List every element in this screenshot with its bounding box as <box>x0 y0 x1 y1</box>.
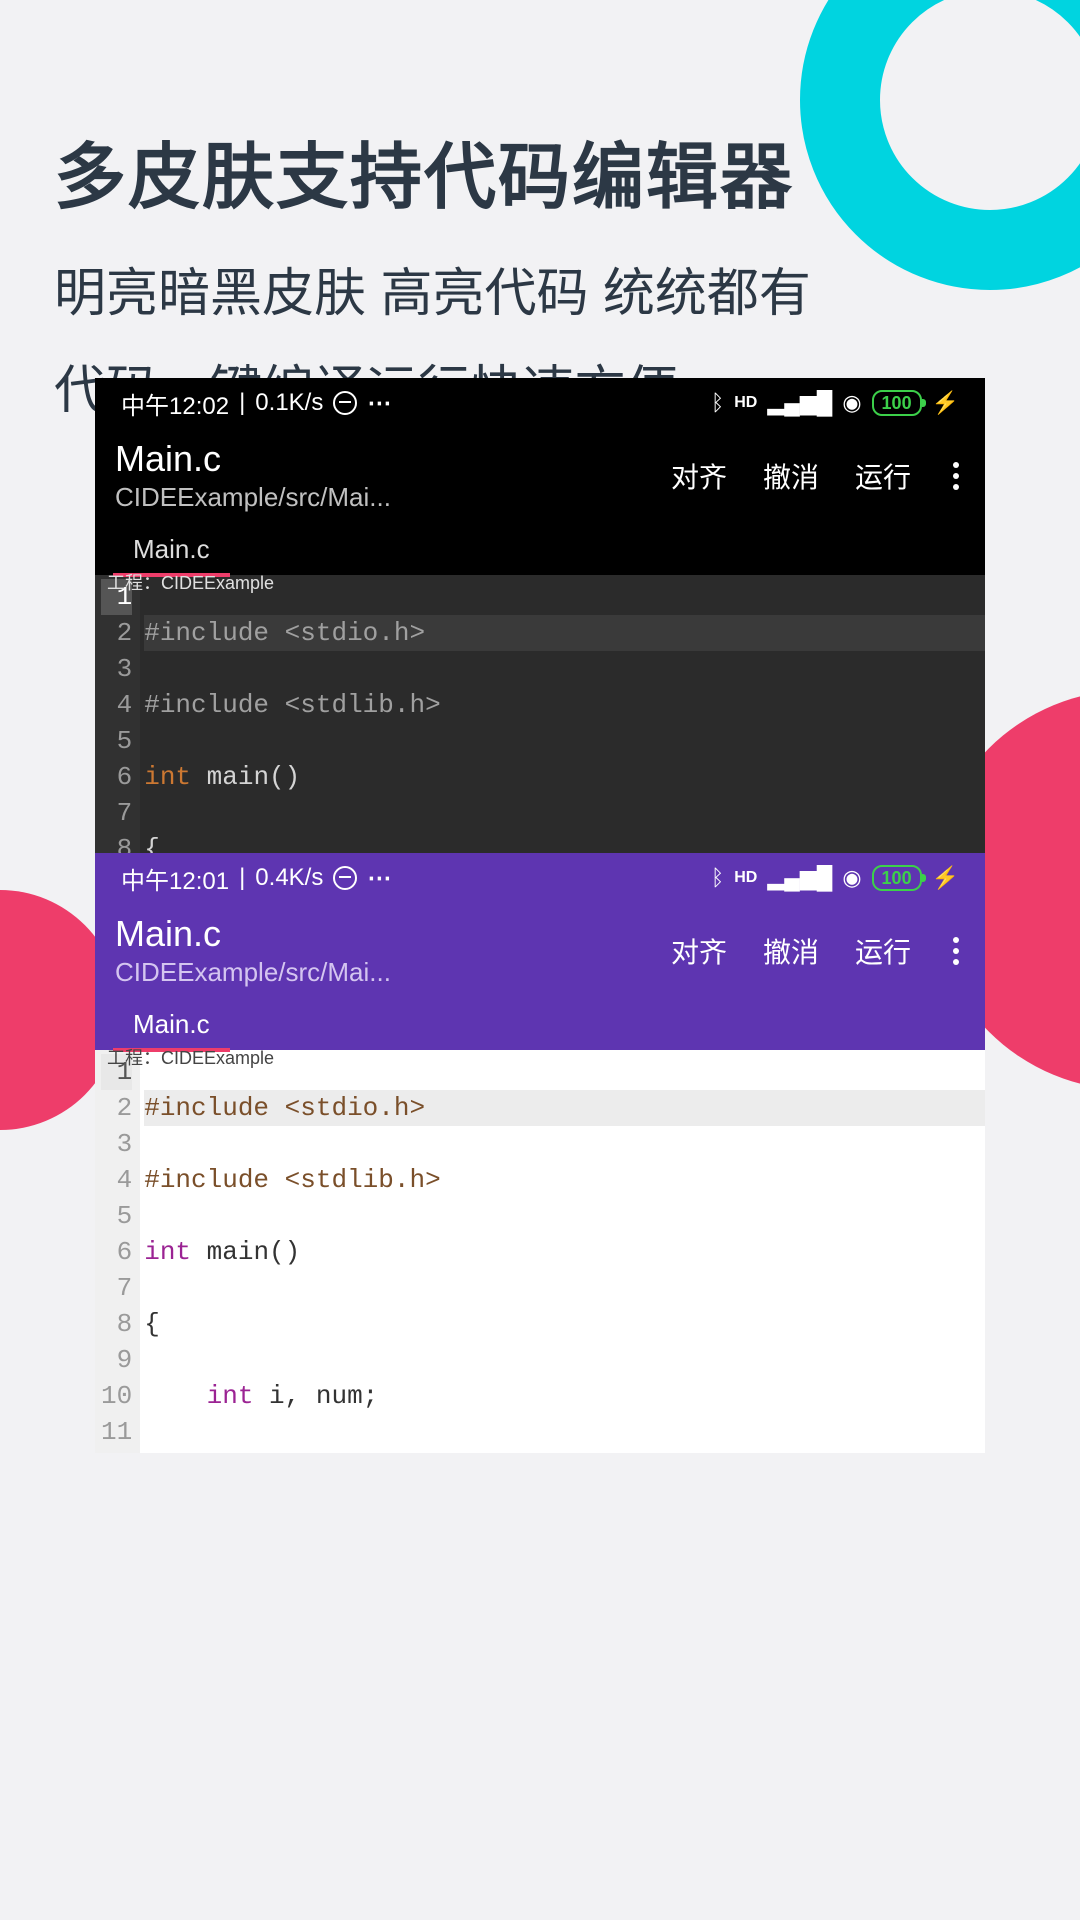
signal-icon: ▂▄▆█ <box>767 865 832 891</box>
status-time: 中午12:01 <box>121 861 229 896</box>
wifi-icon: ◉ <box>842 865 861 891</box>
hd-icon: HD <box>734 394 757 412</box>
tab-main-c[interactable]: Main.c <box>113 1001 230 1050</box>
file-path: CIDEExample/src/Mai... <box>115 957 391 988</box>
project-label: 工程：CIDEExample <box>107 1044 274 1070</box>
status-speed: 0.1K/s <box>255 389 323 417</box>
align-button[interactable]: 对齐 <box>671 931 727 971</box>
more-icon: ⋯ <box>367 864 394 893</box>
undo-button[interactable]: 撤消 <box>763 456 819 496</box>
headline-sub1: 明亮暗黑皮肤 高亮代码 统统都有 <box>54 251 811 326</box>
headline-title: 多皮肤支持代码编辑器 <box>54 118 811 223</box>
tab-row-dark: Main.c 工程：CIDEExample <box>95 521 985 575</box>
tab-row-light: Main.c 工程：CIDEExample <box>95 996 985 1050</box>
align-button[interactable]: 对齐 <box>671 456 727 496</box>
bluetooth-icon: ᛒ <box>711 865 724 891</box>
more-icon: ⋯ <box>367 389 394 418</box>
code-area-dark[interactable]: 1 2 3 4 5 6 7 8 9 10 11 12 #include <std… <box>95 575 985 853</box>
overflow-menu-icon[interactable] <box>947 937 965 965</box>
hd-icon: HD <box>734 869 757 887</box>
run-button[interactable]: 运行 <box>855 931 911 971</box>
gutter-dark: 1 2 3 4 5 6 7 8 9 10 11 12 <box>95 575 140 853</box>
run-button[interactable]: 运行 <box>855 456 911 496</box>
dnd-icon <box>333 391 357 415</box>
appbar-light: Main.c CIDEExample/src/Mai... 对齐 撤消 运行 <box>95 903 985 996</box>
appbar-dark: Main.c CIDEExample/src/Mai... 对齐 撤消 运行 <box>95 428 985 521</box>
decorative-circle-cyan <box>800 0 1080 290</box>
undo-button[interactable]: 撤消 <box>763 931 819 971</box>
charging-icon: ⚡ <box>932 390 959 416</box>
dnd-icon <box>333 866 357 890</box>
wifi-icon: ◉ <box>842 390 861 416</box>
overflow-menu-icon[interactable] <box>947 462 965 490</box>
file-path: CIDEExample/src/Mai... <box>115 482 391 513</box>
tab-main-c[interactable]: Main.c <box>113 526 230 575</box>
phone-light: 中午12:01 | 0.4K/s ⋯ ᛒ HD ▂▄▆█ ◉ 100 ⚡ Mai… <box>95 853 985 1453</box>
gutter-light: 1 2 3 4 5 6 7 8 9 10 11 12 13 14 <box>95 1050 140 1453</box>
bluetooth-icon: ᛒ <box>711 390 724 416</box>
battery-icon: 100 <box>872 865 922 891</box>
battery-icon: 100 <box>872 390 922 416</box>
code-light[interactable]: #include <stdio.h> #include <stdlib.h> i… <box>140 1050 985 1453</box>
status-speed: 0.4K/s <box>255 864 323 892</box>
statusbar-dark: 中午12:02 | 0.1K/s ⋯ ᛒ HD ▂▄▆█ ◉ 100 ⚡ <box>95 378 985 428</box>
file-title: Main.c <box>115 913 391 955</box>
code-area-light[interactable]: 1 2 3 4 5 6 7 8 9 10 11 12 13 14 #includ… <box>95 1050 985 1453</box>
signal-icon: ▂▄▆█ <box>767 390 832 416</box>
phone-dark: 中午12:02 | 0.1K/s ⋯ ᛒ HD ▂▄▆█ ◉ 100 ⚡ Mai… <box>95 378 985 853</box>
file-title: Main.c <box>115 438 391 480</box>
code-dark[interactable]: #include <stdio.h> #include <stdlib.h> i… <box>140 575 985 853</box>
project-label: 工程：CIDEExample <box>107 569 274 595</box>
statusbar-light: 中午12:01 | 0.4K/s ⋯ ᛒ HD ▂▄▆█ ◉ 100 ⚡ <box>95 853 985 903</box>
charging-icon: ⚡ <box>932 865 959 891</box>
status-time: 中午12:02 <box>121 386 229 421</box>
